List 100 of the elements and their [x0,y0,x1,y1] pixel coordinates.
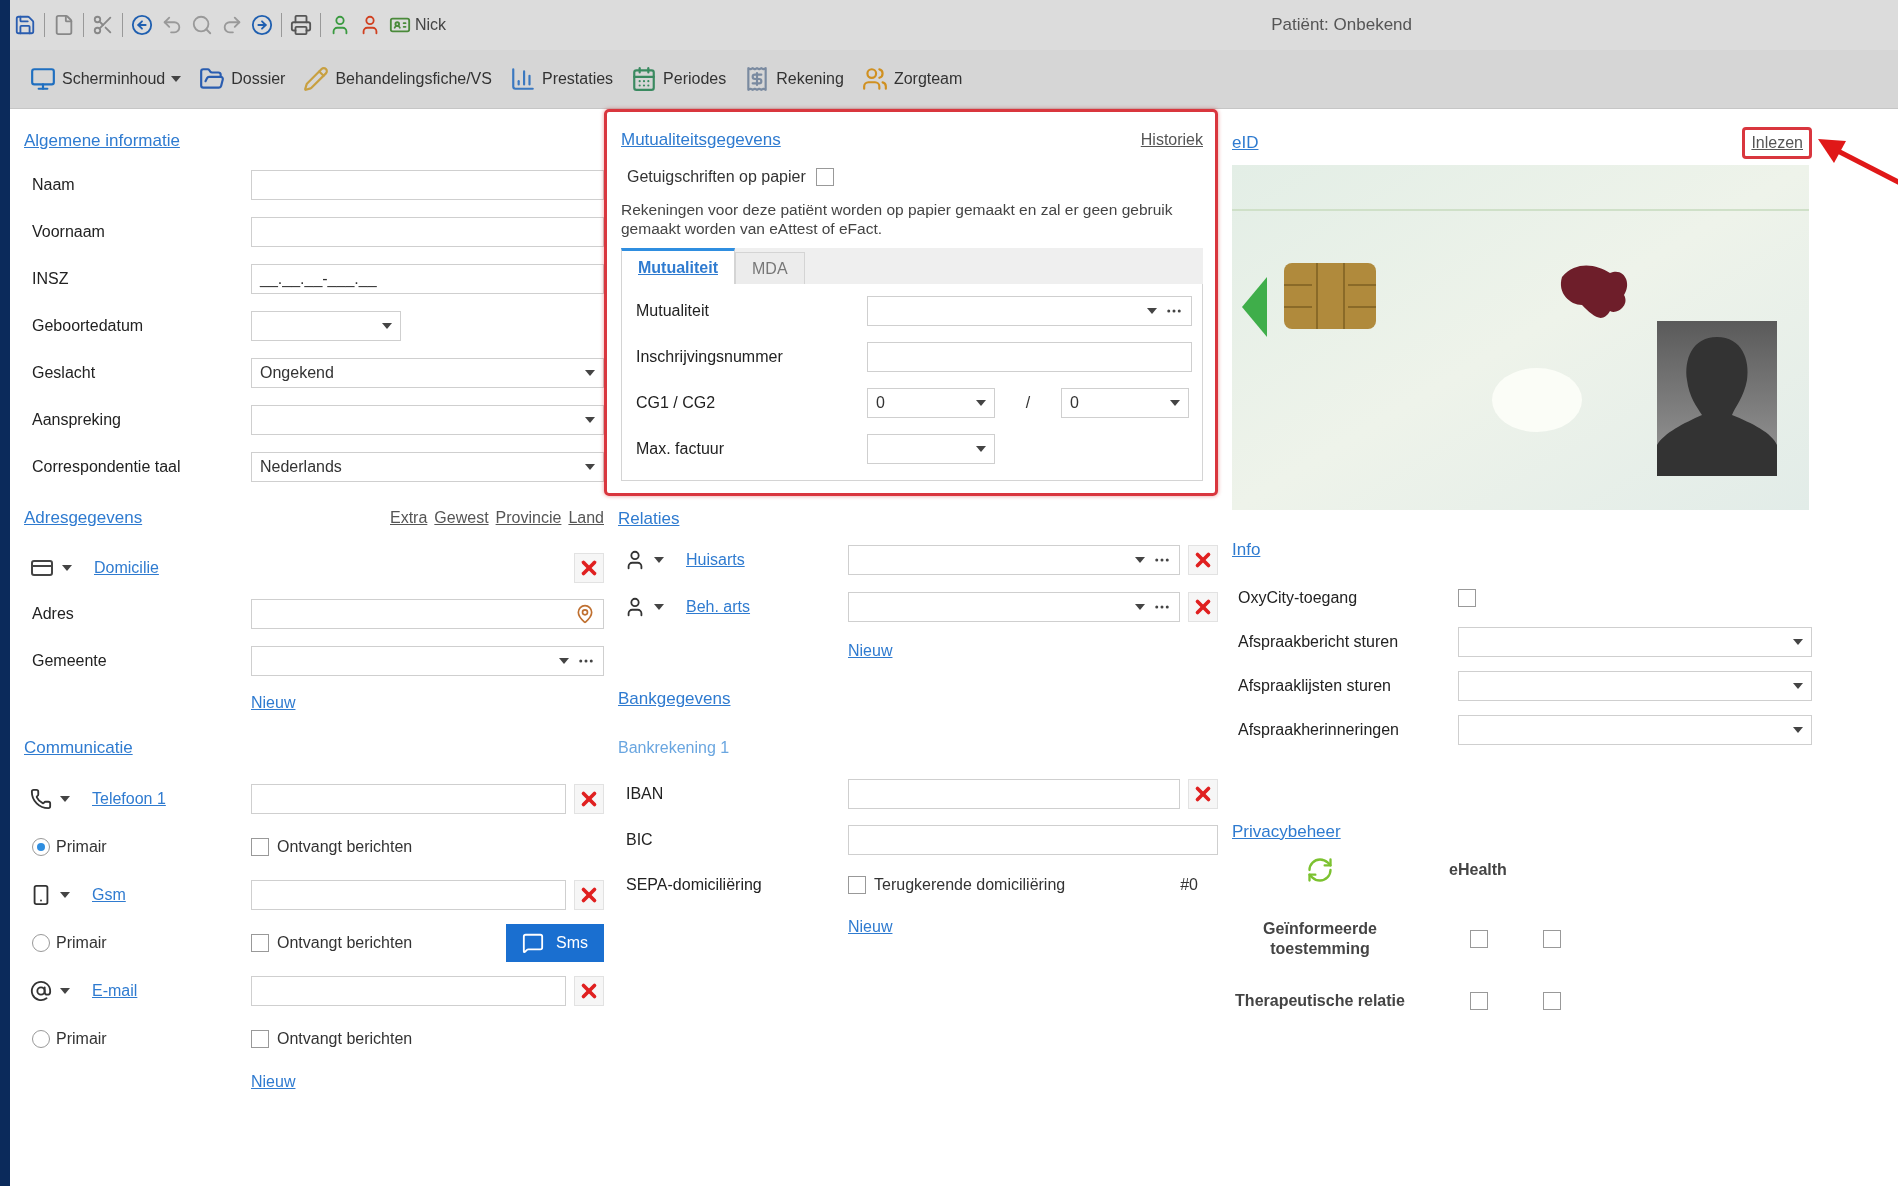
delete-button[interactable] [1188,544,1218,575]
new-link[interactable]: Nieuw [251,694,296,712]
delete-button[interactable] [1188,591,1218,622]
dropdown-field[interactable] [1458,715,1812,745]
forward-icon[interactable] [251,14,273,36]
scissors-icon[interactable] [92,14,114,36]
text-field[interactable] [848,824,1218,855]
section-title[interactable]: Mutualiteitsgegevens [621,130,781,150]
relation-link[interactable]: Beh. arts [686,597,751,616]
account-title: Bankrekening 1 [618,739,730,757]
delete-button[interactable] [574,784,604,814]
section-title[interactable]: Communicatie [24,738,133,758]
dropdown-field[interactable] [1458,671,1812,701]
dropdown-field[interactable]: Nederlands [251,451,604,482]
caret-icon [1793,683,1803,689]
checkbox[interactable] [251,934,269,952]
menu-button[interactable]: Scherminhoud [28,62,184,96]
address-link[interactable]: Gewest [434,509,489,527]
dropdown-field[interactable]: 0 [867,388,995,418]
combo-field[interactable] [867,296,1192,326]
map-pin-icon[interactable] [575,603,595,624]
search-icon[interactable] [191,14,213,36]
primary-radio[interactable] [32,838,50,856]
section-title[interactable]: Algemene informatie [24,131,180,151]
section-title[interactable]: Privacybeheer [1232,822,1341,842]
caret-icon [654,556,664,563]
checkbox[interactable] [1543,992,1561,1010]
dropdown-field[interactable] [1458,627,1812,657]
section-title[interactable]: Relaties [618,509,680,529]
contact-type-link[interactable]: E-mail [92,982,138,1000]
address-field[interactable] [251,598,604,629]
refresh-icon[interactable] [1306,856,1334,884]
combo-field[interactable] [848,591,1180,622]
combo-field[interactable] [251,645,604,676]
address-type-link[interactable]: Domicilie [94,559,159,577]
new-link[interactable]: Nieuw [251,1073,296,1091]
checkbox[interactable] [251,1030,269,1048]
delete-button[interactable] [1188,778,1218,809]
redo-icon[interactable] [221,14,243,36]
delete-button[interactable] [574,880,604,910]
contact-type-link[interactable]: Telefoon 1 [92,790,166,808]
menu-button[interactable]: Prestaties [507,62,616,96]
address-link[interactable]: Extra [390,509,428,527]
field-label: Max. factuur [635,440,726,458]
relation-link[interactable]: Huisarts [686,550,745,569]
caret-icon [62,565,72,571]
back-icon[interactable] [131,14,153,36]
dropdown-field[interactable]: 0 [1061,388,1189,418]
text-field[interactable] [251,169,604,200]
checkbox[interactable] [1470,992,1488,1010]
text-field[interactable] [867,342,1192,372]
document-icon[interactable] [53,14,75,36]
primary-radio[interactable] [32,934,50,952]
read-link[interactable]: Inlezen [1742,127,1812,159]
text-field[interactable] [251,216,604,247]
menu-button[interactable]: Dossier [197,62,288,96]
menu-button[interactable]: Zorgteam [859,62,965,96]
section-title[interactable]: eID [1232,133,1259,153]
save-icon[interactable] [14,14,36,36]
contact-type-link[interactable]: Gsm [92,886,126,904]
checkbox[interactable] [251,838,269,856]
menu-button[interactable]: Rekening [742,62,846,96]
at-icon[interactable] [30,980,52,1002]
dropdown-field[interactable]: Ongekend [251,357,604,388]
history-link[interactable]: Historiek [1140,131,1203,149]
text-field[interactable] [251,880,566,910]
checkbox[interactable] [1543,930,1561,948]
section-title[interactable]: Bankgegevens [618,689,731,709]
new-link[interactable]: Nieuw [848,642,893,660]
print-icon[interactable] [290,14,312,36]
dropdown-field[interactable] [251,404,604,435]
date-field[interactable] [251,310,401,341]
caret-icon [585,416,595,423]
section-title[interactable]: Info [1232,540,1261,560]
checkbox[interactable] [815,168,834,186]
tab[interactable]: Mutualiteit [621,248,735,284]
text-field[interactable] [848,778,1180,809]
combo-field[interactable] [848,544,1180,575]
menu-button[interactable]: Behandelingsfiche/VS [301,62,494,96]
text-field[interactable]: __.__.__-___.__ [251,263,604,294]
primary-radio[interactable] [32,1030,50,1048]
new-link[interactable]: Nieuw [848,918,893,936]
field-label: Afspraakherinneringen [1237,721,1400,739]
address-link[interactable]: Provincie [495,509,562,527]
delete-button[interactable] [574,976,604,1006]
dropdown-field[interactable] [867,434,995,464]
delete-button[interactable] [574,553,604,583]
tab[interactable]: MDA [735,252,805,284]
checkbox[interactable] [848,875,866,894]
phone-icon[interactable] [30,788,52,810]
sms-button[interactable]: Sms [506,924,604,962]
text-field[interactable] [251,784,566,814]
text-field[interactable] [251,976,566,1006]
undo-icon[interactable] [161,14,183,36]
section-title[interactable]: Adresgegevens [24,508,143,528]
checkbox[interactable] [1470,930,1488,948]
checkbox[interactable] [1458,589,1476,607]
menu-button[interactable]: Periodes [629,62,729,96]
address-link[interactable]: Land [568,509,604,527]
caret-icon [559,657,569,664]
